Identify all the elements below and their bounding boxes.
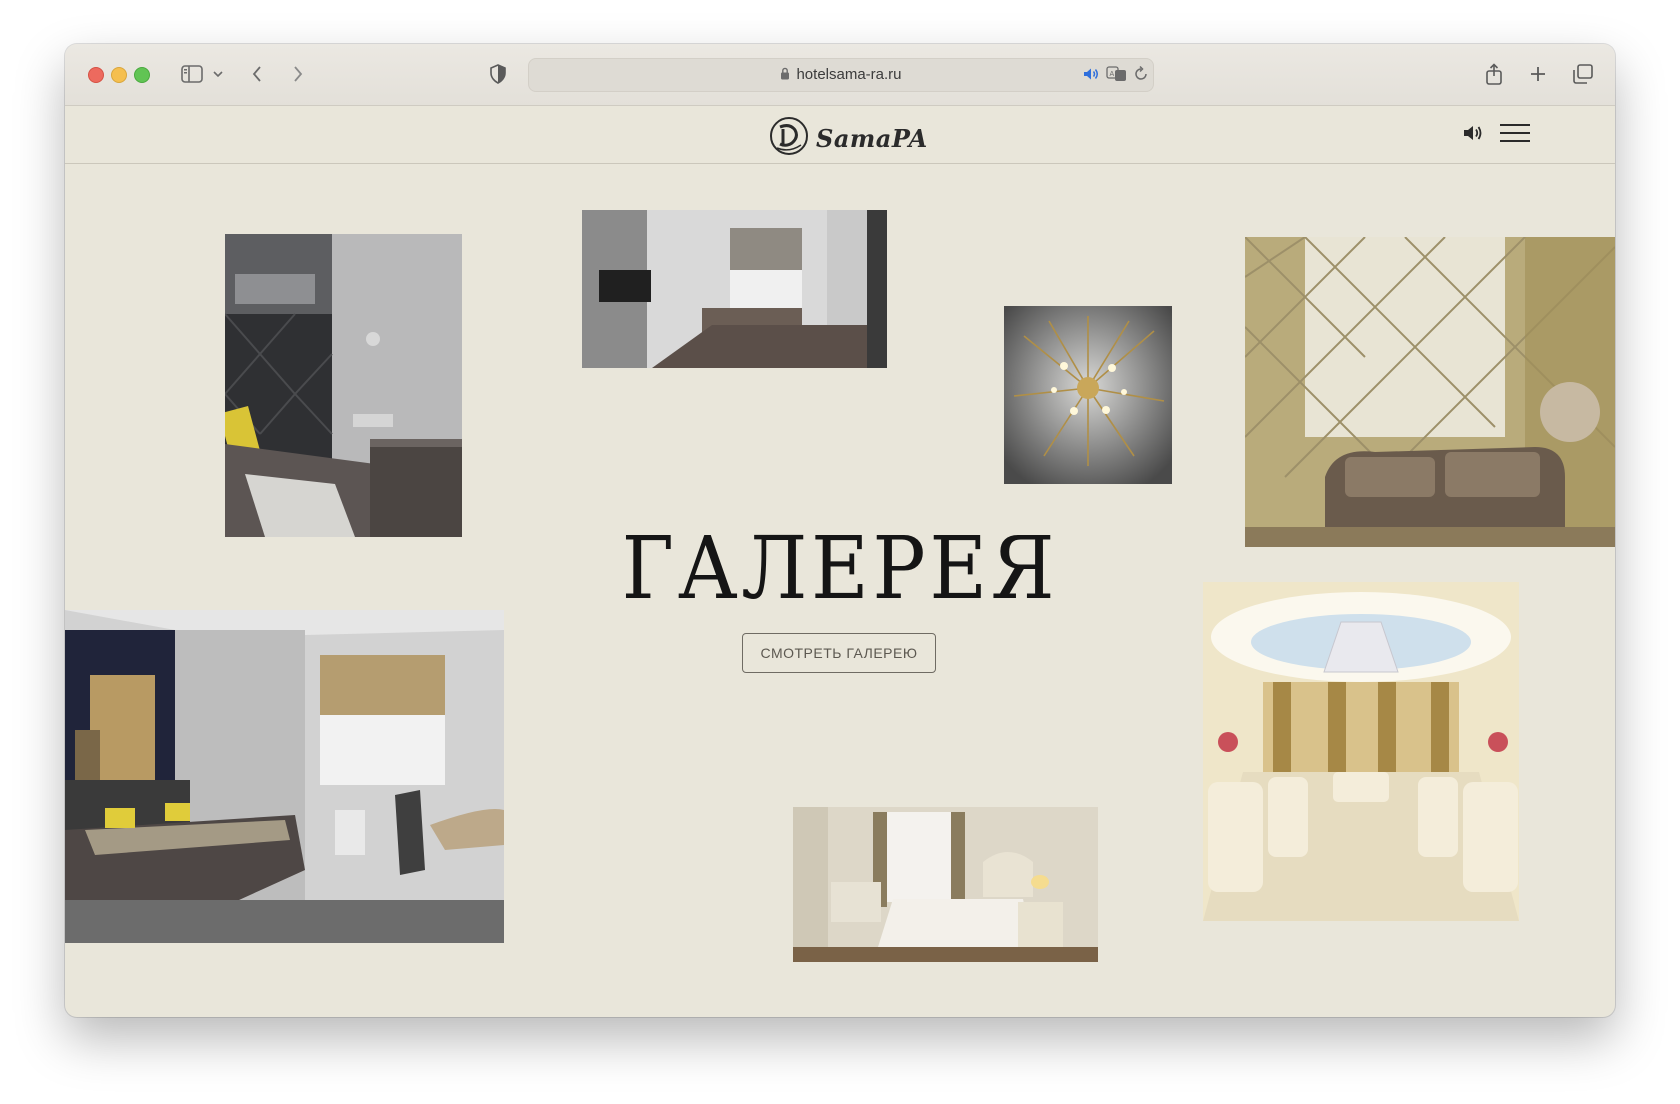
gallery-photo-room-desk[interactable] xyxy=(582,210,887,368)
reload-icon[interactable] xyxy=(1133,65,1149,88)
gallery-photo-room-mural[interactable] xyxy=(65,610,504,943)
gallery-photo-suite[interactable] xyxy=(793,807,1098,962)
tabs-overview-icon[interactable] xyxy=(1571,62,1595,86)
sound-icon[interactable] xyxy=(1462,123,1484,148)
url-value: hotelsama-ra.ru xyxy=(796,66,902,83)
site-header: SamaPA xyxy=(65,106,1615,164)
view-gallery-button[interactable]: СМОТРЕТЬ ГАЛЕРЕЮ xyxy=(742,633,936,673)
lock-icon xyxy=(780,67,790,84)
share-icon[interactable] xyxy=(1483,62,1505,86)
url-text[interactable]: hotelsama-ra.ru xyxy=(529,66,1153,84)
menu-icon[interactable] xyxy=(1500,123,1530,148)
browser-toolbar: hotelsama-ra.ru A xyxy=(65,44,1615,106)
browser-window: hotelsama-ra.ru A SamaPA ГАЛЕРЕЯ СМОТРЕТ… xyxy=(65,44,1615,1017)
chevron-down-icon[interactable] xyxy=(211,62,225,86)
gallery-title: ГАЛЕРЕЯ xyxy=(621,519,1059,619)
forward-icon[interactable] xyxy=(289,62,307,86)
logo-emblem-icon xyxy=(768,115,810,162)
minimize-window-button[interactable] xyxy=(111,67,127,83)
speaker-icon[interactable] xyxy=(1082,65,1100,88)
gallery-photo-chandelier[interactable] xyxy=(1004,306,1172,484)
new-tab-icon[interactable] xyxy=(1527,62,1549,86)
gallery-photo-room-headboard[interactable] xyxy=(225,234,462,537)
logo-text: SamaPA xyxy=(816,124,928,153)
translate-icon[interactable]: A xyxy=(1106,65,1128,88)
svg-text:A: A xyxy=(1110,71,1115,78)
maximize-window-button[interactable] xyxy=(134,67,150,83)
back-icon[interactable] xyxy=(248,62,266,86)
site-logo[interactable]: SamaPA xyxy=(768,115,928,162)
shield-icon[interactable] xyxy=(487,62,509,86)
gallery-photo-lounge[interactable] xyxy=(1245,237,1615,547)
sidebar-icon[interactable] xyxy=(179,62,205,86)
close-window-button[interactable] xyxy=(88,67,104,83)
gallery-photo-banquet-hall[interactable] xyxy=(1203,582,1519,921)
address-bar[interactable]: hotelsama-ra.ru A xyxy=(528,58,1154,92)
